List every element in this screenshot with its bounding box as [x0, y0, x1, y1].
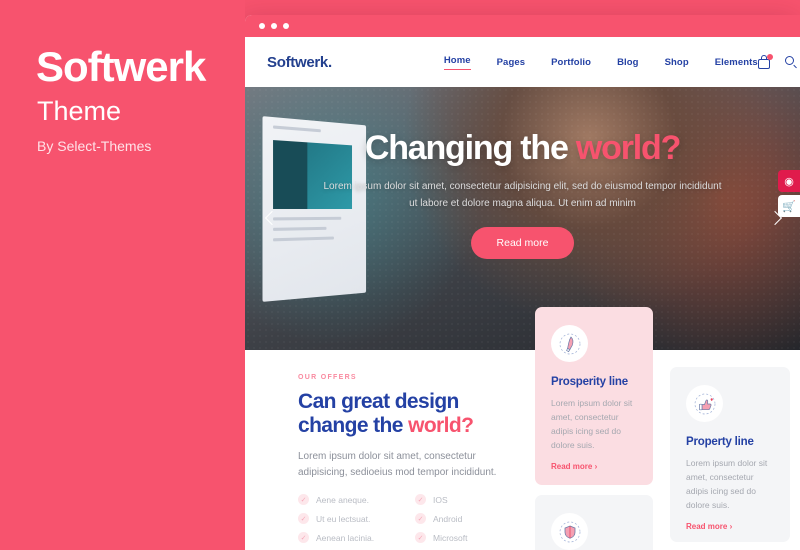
check-icon: ✓: [298, 532, 309, 544]
checklist-label: IOS: [433, 494, 448, 505]
nav-item-portfolio[interactable]: Portfolio: [551, 57, 591, 68]
desktop-window-titlebar: [245, 15, 800, 37]
nav-item-elements[interactable]: Elements: [715, 57, 758, 68]
offers-heading-line2: change the: [298, 414, 409, 438]
checklist-item: ✓ Android: [415, 513, 513, 525]
nav-item-blog[interactable]: Blog: [617, 57, 639, 68]
nav-icons: [757, 52, 800, 72]
shield-icon: [551, 513, 588, 550]
card-title: Property line: [686, 436, 754, 448]
checklist-item: ✓ Aene aneque.: [298, 494, 415, 506]
prev-arrow-icon[interactable]: [263, 209, 283, 229]
search-icon[interactable]: [784, 55, 798, 69]
offers-paragraph: Lorem ipsum dolor sit amet, consectetur …: [298, 451, 497, 479]
checklist-item: ✓ Aenean lacinia.: [298, 532, 415, 544]
checklist-item: ✓ Microsoft: [415, 532, 513, 544]
offers-eyebrow: OUR OFFERS: [298, 374, 357, 381]
card-text: Lorem ipsum dolor sit amet, consectetur …: [551, 398, 633, 451]
hero-text: Lorem ipsum dolor sit amet, consectetur …: [323, 181, 722, 209]
nav-item-shop[interactable]: Shop: [665, 57, 689, 68]
nav-item-pages[interactable]: Pages: [497, 57, 526, 68]
nav-item-home[interactable]: Home: [443, 55, 471, 70]
checklist-item: ✓ Ut eu lectsuat.: [298, 513, 415, 525]
window-dot-maximize[interactable]: [283, 23, 289, 29]
checklist-label: Android: [433, 513, 463, 524]
promo-title: Softwerk: [36, 43, 206, 90]
card-read-more-link[interactable]: Read more ›: [686, 522, 732, 531]
purchase-button[interactable]: ◉: [778, 170, 800, 192]
check-icon: ✓: [415, 494, 426, 506]
checklist-label: Microsoft: [433, 532, 468, 543]
offers-heading-accent: world?: [408, 414, 474, 438]
thumbs-up-icon: [686, 385, 723, 422]
desktop-navbar: Softwerk. Home Pages Portfolio Blog Shop…: [245, 37, 800, 87]
site-logo[interactable]: Softwerk.: [267, 54, 332, 71]
feature-card-prosperity[interactable]: Prosperity line Lorem ipsum dolor sit am…: [535, 307, 653, 485]
offers-heading: Can great design change the world?: [298, 390, 513, 438]
check-icon: ✓: [415, 532, 426, 544]
window-dot-minimize[interactable]: [271, 23, 277, 29]
window-dot-close[interactable]: [259, 23, 265, 29]
floating-side-buttons: ◉ 🛒: [778, 170, 800, 217]
main-menu: Home Pages Portfolio Blog Shop Elements: [443, 55, 758, 70]
offers-heading-line1: Can great design: [298, 390, 459, 413]
offers-checklist: ✓ Aene aneque. ✓ IOS ✓ Ut eu lectsuat. ✓ And…: [298, 494, 513, 544]
offers-copy: OUR OFFERS Can great design change the w…: [298, 374, 513, 544]
cart-badge: [766, 54, 773, 60]
promo-subtitle: Theme: [37, 96, 122, 126]
hand-rocket-icon: [551, 325, 588, 362]
card-text: Lorem ipsum dolor sit amet, consectetur …: [686, 458, 768, 511]
shopping-bag-icon[interactable]: [757, 54, 773, 69]
checklist-label: Aene aneque.: [316, 494, 369, 505]
promo-panel: Softwerk Theme By Select-Themes: [0, 0, 245, 550]
checklist-label: Ut eu lectsuat.: [316, 513, 371, 524]
hero-title: Changing the world?: [245, 129, 800, 168]
cart-button[interactable]: 🛒: [778, 195, 800, 217]
hero-title-main: Changing the: [364, 129, 576, 167]
hero-slider: Changing the world? Lorem ipsum dolor si…: [245, 87, 800, 350]
feature-card-property[interactable]: Property line Lorem ipsum dolor sit amet…: [670, 367, 790, 542]
checklist-item: ✓ IOS: [415, 494, 513, 506]
promo-byline: By Select-Themes: [37, 138, 152, 154]
check-icon: ✓: [415, 513, 426, 525]
check-icon: ✓: [298, 513, 309, 525]
hero-title-accent: world?: [575, 129, 681, 167]
feature-card-third[interactable]: [535, 495, 653, 550]
card-read-more-link[interactable]: Read more ›: [551, 462, 597, 471]
checklist-label: Aenean lacinia.: [316, 532, 375, 543]
check-icon: ✓: [298, 494, 309, 506]
offers-section: OUR OFFERS Can great design change the w…: [245, 307, 800, 550]
hero-read-more-button[interactable]: Read more: [470, 227, 575, 259]
card-title: Prosperity line: [551, 376, 628, 388]
desktop-mockup: Softwerk. Home Pages Portfolio Blog Shop…: [245, 15, 800, 550]
